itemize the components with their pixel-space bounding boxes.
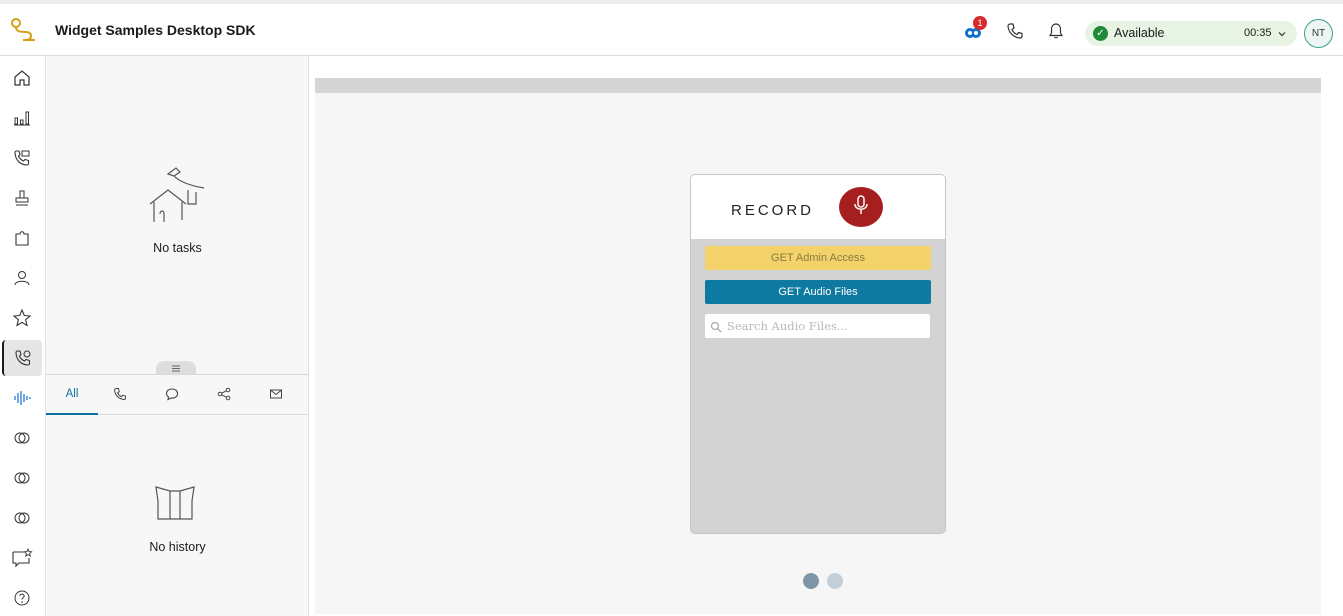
history-tabs: All <box>46 375 309 415</box>
agent-state-label: Available <box>1114 26 1165 40</box>
bar-chart-icon[interactable] <box>2 100 42 136</box>
carousel-dot-2[interactable] <box>827 573 843 589</box>
record-title: RECORD <box>731 202 815 219</box>
check-circle-icon: ✓ <box>1093 26 1108 41</box>
phone-icon <box>113 387 127 404</box>
search-audio-files-input[interactable] <box>727 314 925 338</box>
logo-icon <box>9 16 39 46</box>
search-field <box>705 314 930 338</box>
tab-all[interactable]: All <box>46 375 98 415</box>
star-icon[interactable] <box>2 300 42 336</box>
mail-icon <box>269 387 283 404</box>
phone-icon[interactable] <box>1003 19 1027 43</box>
no-history-message: No history <box>149 540 206 554</box>
history-panel: All No history <box>46 374 309 616</box>
top-bar: Widget Samples Desktop SDK 1 ✓ Available… <box>0 0 1343 56</box>
get-audio-files-button[interactable]: GET Audio Files <box>705 280 931 304</box>
tab-calls[interactable] <box>94 375 146 415</box>
widget-header-bar <box>315 78 1321 93</box>
share-icon <box>217 387 231 404</box>
empty-house-illustration-icon <box>146 164 210 228</box>
rings-icon[interactable] <box>2 460 42 496</box>
chat-star-icon[interactable] <box>2 540 42 576</box>
tasks-panel: No tasks <box>46 56 309 374</box>
agent-state-timer: 00:35 <box>1244 27 1272 39</box>
help-icon[interactable] <box>2 580 42 616</box>
puzzle-icon[interactable] <box>2 220 42 256</box>
stamp-icon[interactable] <box>2 180 42 216</box>
notification-badge: 1 <box>973 16 987 30</box>
rings-icon[interactable] <box>2 420 42 456</box>
get-admin-access-button[interactable]: GET Admin Access <box>705 246 931 270</box>
panel-resize-handle[interactable] <box>156 361 196 374</box>
phone-list-icon[interactable] <box>2 140 42 176</box>
tab-email[interactable] <box>250 375 302 415</box>
tab-social[interactable] <box>198 375 250 415</box>
bell-icon[interactable] <box>1044 19 1068 43</box>
microphone-icon <box>852 194 870 221</box>
chevron-down-icon <box>1276 27 1288 39</box>
waveform-icon[interactable] <box>2 380 42 416</box>
app-title: Widget Samples Desktop SDK <box>55 22 256 38</box>
no-tasks-message: No tasks <box>153 241 202 255</box>
contact-icon[interactable] <box>2 260 42 296</box>
search-icon <box>710 320 722 333</box>
carousel-dot-1[interactable] <box>803 573 819 589</box>
rings-icon[interactable] <box>2 500 42 536</box>
chat-icon <box>165 387 179 404</box>
record-widget: RECORD GET Admin Access GET Audio Files <box>690 174 946 534</box>
tab-chat[interactable] <box>146 375 198 415</box>
main-workspace: RECORD GET Admin Access GET Audio Files <box>309 56 1343 616</box>
home-icon[interactable] <box>2 60 42 96</box>
agent-state-selector[interactable]: ✓ Available 00:35 <box>1085 21 1297 46</box>
widget-container: RECORD GET Admin Access GET Audio Files <box>315 78 1321 614</box>
widget-icon[interactable] <box>2 340 42 376</box>
avatar[interactable]: NT <box>1304 19 1333 48</box>
empty-box-illustration-icon <box>152 483 198 523</box>
record-widget-header: RECORD <box>691 175 945 239</box>
left-navigation <box>0 56 46 616</box>
record-mic-button[interactable] <box>839 187 883 227</box>
